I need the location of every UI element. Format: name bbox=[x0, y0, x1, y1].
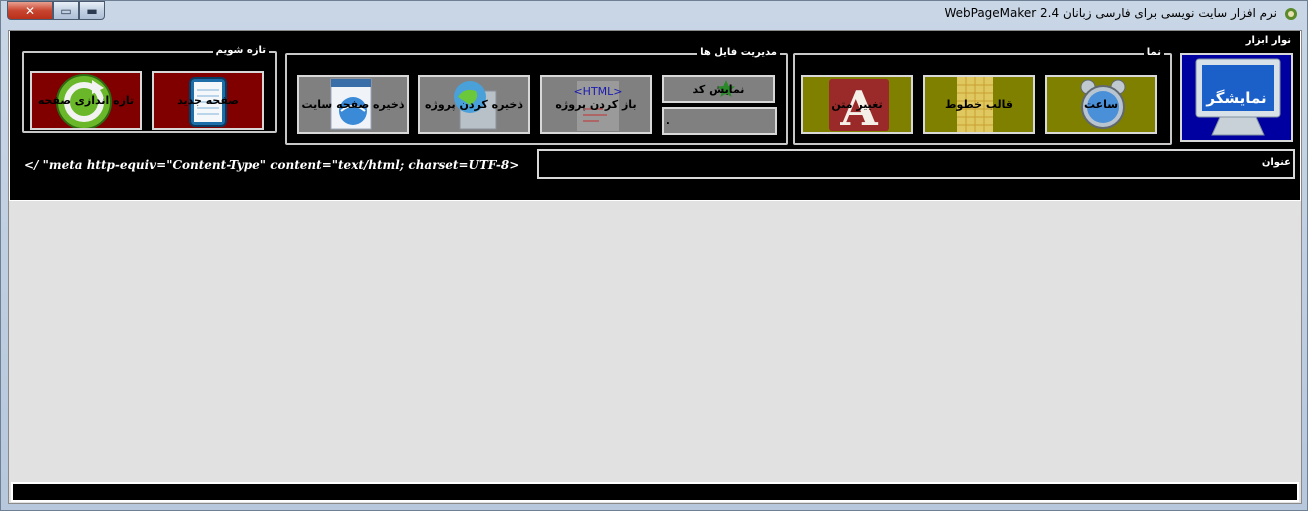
title-bar[interactable]: ✕ ▭ ▬ نرم افزار سایت نویسی برای فارسی زب… bbox=[1, 1, 1307, 27]
show-code-label: نمایش کد bbox=[692, 82, 745, 96]
group-new-label: تازه شویم bbox=[212, 45, 269, 56]
app-icon bbox=[1285, 8, 1297, 20]
small-text-field[interactable]: . bbox=[662, 107, 777, 135]
font-template-label: قالب خطوط bbox=[945, 98, 1013, 111]
change-text-button[interactable]: A تغییر متن bbox=[801, 75, 913, 134]
new-page-label: صفحه جدید bbox=[177, 94, 239, 107]
toolbar-panel: نوار ابزار تازه شویم تازه اندازی صفحه صف… bbox=[9, 31, 1301, 201]
refresh-page-label: تازه اندازی صفحه bbox=[37, 94, 135, 107]
show-code-button[interactable]: نمایش کد bbox=[662, 75, 775, 103]
minimize-button[interactable]: ▬ bbox=[79, 1, 105, 20]
save-site-button[interactable]: ذخیره صفحه سایت bbox=[297, 75, 409, 134]
editor-area[interactable] bbox=[9, 202, 1301, 480]
meta-text: </ "meta http-equiv="Content-Type" conte… bbox=[24, 158, 520, 172]
save-site-label: ذخیره صفحه سایت bbox=[301, 98, 405, 111]
group-new: تازه شویم تازه اندازی صفحه صفحه جدید bbox=[22, 45, 277, 133]
minimize-icon: ▬ bbox=[86, 3, 98, 18]
group-view-label: نما bbox=[1143, 47, 1164, 58]
maximize-button[interactable]: ▭ bbox=[53, 1, 79, 20]
refresh-page-button[interactable]: تازه اندازی صفحه bbox=[30, 71, 142, 130]
new-page-button[interactable]: صفحه جدید bbox=[152, 71, 264, 130]
app-window: ✕ ▭ ▬ نرم افزار سایت نویسی برای فارسی زب… bbox=[0, 0, 1308, 511]
client-area: نوار ابزار تازه شویم تازه اندازی صفحه صف… bbox=[8, 30, 1302, 504]
group-view: نما A تغییر متن قالب خطوط ساعت bbox=[793, 47, 1172, 145]
status-bar bbox=[11, 482, 1299, 502]
caption-buttons: ✕ ▭ ▬ bbox=[7, 1, 105, 21]
close-button[interactable]: ✕ bbox=[7, 1, 53, 20]
small-text-field-value: . bbox=[666, 115, 670, 127]
svg-text:<HTML>: <HTML> bbox=[573, 85, 622, 98]
title-input[interactable]: عنوان bbox=[537, 149, 1295, 179]
save-project-button[interactable]: ذخیره کردن پروژه bbox=[418, 75, 530, 134]
window-title: نرم افزار سایت نویسی برای فارسی زبانان W… bbox=[944, 6, 1277, 20]
close-icon: ✕ bbox=[24, 3, 36, 18]
title-label: عنوان bbox=[1261, 157, 1291, 168]
group-files: مدیریت فایل ها ذخیره صفحه سایت ذخیره کرد… bbox=[285, 47, 788, 145]
open-project-label: باز کردن پروژه bbox=[555, 98, 637, 111]
clock-label: ساعت bbox=[1083, 98, 1119, 111]
save-project-label: ذخیره کردن پروژه bbox=[425, 98, 523, 111]
open-project-button[interactable]: <HTML> باز کردن پروژه bbox=[540, 75, 652, 134]
clock-button[interactable]: ساعت bbox=[1045, 75, 1157, 134]
font-template-button[interactable]: قالب خطوط bbox=[923, 75, 1035, 134]
group-files-label: مدیریت فایل ها bbox=[697, 47, 780, 58]
viewer-label: نمایشگر bbox=[1206, 88, 1267, 107]
viewer-button[interactable]: نمایشگر bbox=[1180, 53, 1293, 142]
maximize-icon: ▭ bbox=[60, 3, 72, 18]
toolbar-label: نوار ابزار bbox=[1242, 35, 1294, 46]
change-text-label: تغییر متن bbox=[831, 98, 883, 111]
